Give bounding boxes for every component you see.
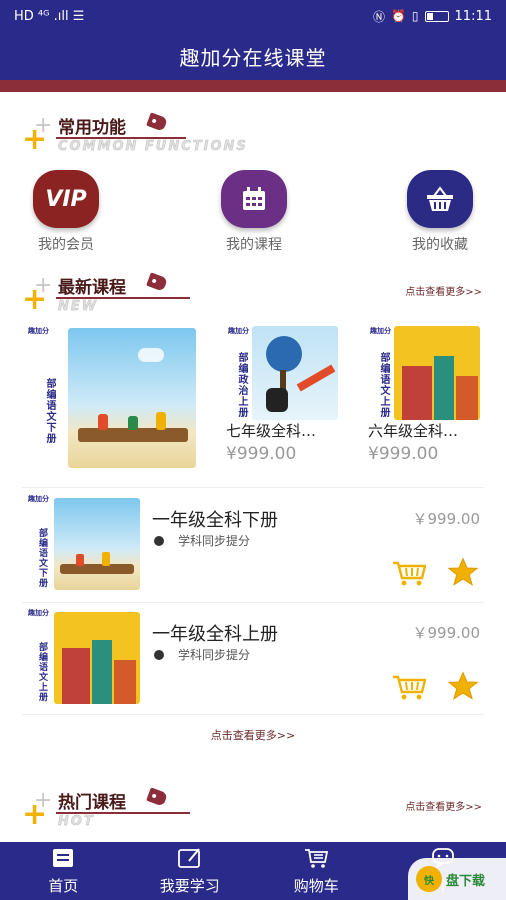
watermark-text: 盘下载 bbox=[446, 873, 486, 889]
func-label: 我的会员 bbox=[38, 237, 94, 253]
func-label: 我的课程 bbox=[226, 237, 282, 253]
newest-course-card[interactable]: 趣加分 部编语文下册 bbox=[26, 324, 196, 469]
cart-icon[interactable] bbox=[392, 674, 427, 704]
tab-label: 首页 bbox=[48, 876, 79, 895]
nfc-icon: Ⓝ bbox=[372, 9, 385, 24]
course-cover-image bbox=[68, 328, 196, 468]
func-label: 我的收藏 bbox=[412, 237, 468, 253]
book-vertical-title: 部编语文下册 bbox=[44, 378, 55, 444]
study-icon bbox=[177, 847, 203, 873]
cart-icon bbox=[303, 847, 329, 873]
course-list-item[interactable]: 趣加分 部编语文上册 一年级全科上册 学科同步提分 ￥999.00 bbox=[22, 608, 484, 708]
newest-more-link[interactable]: 点击查看更多>> bbox=[405, 283, 482, 298]
tab-label: 购物车 bbox=[293, 876, 339, 895]
hot-section-header: + + 热门课程 HOT 点击查看更多>> bbox=[22, 787, 482, 850]
page-title: 趣加分在线课堂 bbox=[179, 45, 327, 70]
plus-icon: + bbox=[22, 797, 48, 832]
home-icon bbox=[51, 847, 75, 873]
course-list-more-link[interactable]: 点击查看更多>> bbox=[0, 727, 506, 743]
course-subtitle: 学科同步提分 bbox=[178, 534, 251, 548]
hot-more-link[interactable]: 点击查看更多>> bbox=[405, 798, 482, 813]
battery-icon bbox=[424, 10, 449, 22]
basket-icon bbox=[407, 170, 473, 228]
section-title: 热门课程 bbox=[58, 793, 126, 813]
vibrate-icon: ▯ bbox=[411, 9, 419, 23]
course-price: ¥999.00 bbox=[368, 444, 439, 464]
calendar-icon bbox=[221, 170, 287, 228]
vip-icon: VIP bbox=[33, 170, 99, 228]
status-right: Ⓝ ⏰ ▯ 11:11 bbox=[373, 8, 492, 25]
tag-icon bbox=[146, 112, 168, 132]
tab-study[interactable]: 我要学习 bbox=[127, 842, 254, 900]
tag-icon bbox=[146, 272, 168, 292]
course-price: ¥999.00 bbox=[226, 444, 297, 464]
course-list-item[interactable]: 趣加分 部编语文下册 一年级全科下册 学科同步提分 ￥999.00 bbox=[22, 494, 484, 594]
func-my-membership[interactable]: VIP 我的会员 bbox=[26, 170, 106, 254]
status-bar: HD ⁴ᴳ .ıll ☰ Ⓝ ⏰ ▯ 11:11 bbox=[0, 0, 506, 32]
tab-label: 我要学习 bbox=[159, 876, 220, 895]
newest-course-card[interactable]: 趣加分 部编语文上册 六年级全科… ¥999.00 bbox=[368, 324, 482, 474]
functions-section-header: + + 常用功能 COMMON FUNCTIONS bbox=[22, 112, 482, 175]
course-cover-image bbox=[394, 326, 480, 420]
star-icon[interactable] bbox=[446, 556, 480, 592]
brand-badge: 趣加分 bbox=[28, 495, 49, 503]
plus-icon: + bbox=[22, 282, 48, 317]
tab-home[interactable]: 首页 bbox=[0, 842, 127, 900]
course-title: 一年级全科下册 bbox=[152, 510, 278, 531]
plus-icon: + bbox=[22, 122, 48, 157]
app-screen: HD ⁴ᴳ .ıll ☰ Ⓝ ⏰ ▯ 11:11 趣加分在线课堂 + + 常用功… bbox=[0, 0, 506, 900]
clock: 11:11 bbox=[454, 8, 492, 24]
divider bbox=[22, 487, 484, 488]
section-subtitle: HOT bbox=[58, 814, 95, 830]
course-cover-image bbox=[252, 326, 338, 420]
bullet-icon bbox=[154, 650, 164, 660]
course-name: 六年级全科… bbox=[368, 422, 459, 440]
book-vertical-title: 部编语文下册 bbox=[37, 528, 47, 588]
watermark-logo: 快 盘下载 bbox=[408, 858, 506, 900]
section-title: 最新课程 bbox=[58, 278, 126, 298]
app-title-bar: 趣加分在线课堂 bbox=[0, 32, 506, 80]
course-cover-image bbox=[54, 498, 140, 590]
status-left: HD ⁴ᴳ .ıll ☰ bbox=[14, 9, 84, 24]
section-subtitle: NEW bbox=[58, 299, 99, 315]
tab-cart[interactable]: 购物车 bbox=[253, 842, 380, 900]
brand-badge: 趣加分 bbox=[370, 327, 391, 335]
star-icon[interactable] bbox=[446, 670, 480, 706]
course-price: ￥999.00 bbox=[412, 510, 481, 528]
book-vertical-title: 部编语文上册 bbox=[37, 642, 47, 702]
course-cover-image bbox=[54, 612, 140, 704]
brand-badge: 趣加分 bbox=[28, 327, 49, 335]
cart-icon[interactable] bbox=[392, 560, 427, 590]
course-name: 七年级全科… bbox=[226, 422, 317, 440]
course-price: ￥999.00 bbox=[412, 624, 481, 642]
func-my-courses[interactable]: 我的课程 bbox=[214, 170, 294, 254]
brand-badge: 趣加分 bbox=[228, 327, 249, 335]
section-subtitle: COMMON FUNCTIONS bbox=[58, 139, 248, 155]
alarm-icon: ⏰ bbox=[390, 9, 406, 23]
course-title: 一年级全科上册 bbox=[152, 624, 278, 645]
watermark-logo-icon: 快 bbox=[416, 866, 442, 892]
divider bbox=[22, 602, 484, 603]
divider bbox=[22, 714, 484, 715]
brand-badge: 趣加分 bbox=[28, 609, 49, 617]
course-subtitle: 学科同步提分 bbox=[178, 648, 251, 662]
func-my-favorites[interactable]: 我的收藏 bbox=[400, 170, 480, 254]
header-accent-bar bbox=[0, 80, 506, 92]
tag-icon bbox=[146, 787, 168, 807]
network-indicator: HD ⁴ᴳ .ıll ☰ bbox=[14, 8, 85, 24]
section-title: 常用功能 bbox=[58, 118, 126, 138]
book-vertical-title: 部编政治上册 bbox=[236, 352, 247, 418]
newest-course-card[interactable]: 趣加分 部编政治上册 七年级全科… ¥999.00 bbox=[226, 324, 338, 474]
bullet-icon bbox=[154, 536, 164, 546]
book-vertical-title: 部编语文上册 bbox=[378, 352, 389, 418]
